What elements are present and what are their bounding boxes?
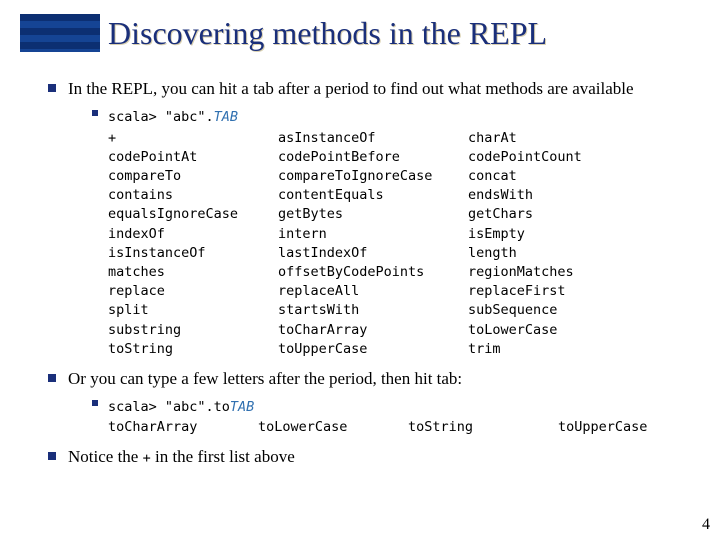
repl1-tab: TAB <box>214 109 238 125</box>
repl-block-2: scala> "abc".toTAB toCharArraytoLowerCas… <box>92 395 680 435</box>
page-number: 4 <box>702 516 710 534</box>
method-name: matches <box>108 263 278 281</box>
bullet-3-suffix: in the first list above <box>155 447 295 466</box>
method-name: codePointCount <box>468 148 618 166</box>
method-name: replaceFirst <box>468 282 618 300</box>
method-name: toLowerCase <box>468 321 618 339</box>
method-name: asInstanceOf <box>278 129 468 147</box>
bullet-3-code: + <box>143 450 151 466</box>
bullet-3-prefix: Notice the <box>68 447 143 466</box>
method-name: + <box>108 129 278 147</box>
method-name: startsWith <box>278 301 468 319</box>
method-name: toCharArray <box>108 419 258 436</box>
repl-block-1: scala> "abc".TAB +asInstanceOfcharAtcode… <box>92 105 680 358</box>
method-name: charAt <box>468 129 618 147</box>
method-name: toString <box>408 419 558 436</box>
method-name: getChars <box>468 205 618 223</box>
method-name: endsWith <box>468 186 618 204</box>
slide: Discovering methods in the REPL In the R… <box>0 0 720 540</box>
method-name: toLowerCase <box>258 419 408 436</box>
method-name: lastIndexOf <box>278 244 468 262</box>
repl2-tab: TAB <box>230 399 254 415</box>
method-name: split <box>108 301 278 319</box>
bullet-2-text: Or you can type a few letters after the … <box>68 369 462 388</box>
bullet-3: Notice the + in the first list above <box>48 446 680 467</box>
method-name: toUpperCase <box>278 340 468 358</box>
method-name: length <box>468 244 618 262</box>
method-name: getBytes <box>278 205 468 223</box>
method-name: codePointBefore <box>278 148 468 166</box>
method-name: codePointAt <box>108 148 278 166</box>
method-name: concat <box>468 167 618 185</box>
repl2-method-row: toCharArraytoLowerCasetoStringtoUpperCas… <box>108 419 680 436</box>
bullet-1: In the REPL, you can hit a tab after a p… <box>48 78 680 358</box>
method-name: toCharArray <box>278 321 468 339</box>
method-name: isEmpty <box>468 225 618 243</box>
method-name: toUpperCase <box>558 419 688 436</box>
method-name: isInstanceOf <box>108 244 278 262</box>
bullet-2: Or you can type a few letters after the … <box>48 368 680 435</box>
method-name: contains <box>108 186 278 204</box>
method-name: trim <box>468 340 618 358</box>
method-name: substring <box>108 321 278 339</box>
method-name: intern <box>278 225 468 243</box>
method-name: indexOf <box>108 225 278 243</box>
slide-body: In the REPL, you can hit a tab after a p… <box>0 52 720 467</box>
method-name: replaceAll <box>278 282 468 300</box>
method-name: replace <box>108 282 278 300</box>
method-name: subSequence <box>468 301 618 319</box>
repl1-prompt: scala> "abc". <box>108 109 214 125</box>
repl2-prompt: scala> "abc".to <box>108 399 230 415</box>
method-name: equalsIgnoreCase <box>108 205 278 223</box>
repl1-method-grid: +asInstanceOfcharAt codePointAtcodePointB… <box>108 129 680 359</box>
method-name: regionMatches <box>468 263 618 281</box>
bullet-list: In the REPL, you can hit a tab after a p… <box>48 78 680 467</box>
method-name: offsetByCodePoints <box>278 263 468 281</box>
method-name: toString <box>108 340 278 358</box>
method-name: contentEquals <box>278 186 468 204</box>
title-row: Discovering methods in the REPL <box>0 0 720 52</box>
method-name: compareToIgnoreCase <box>278 167 468 185</box>
title-accent-bar <box>20 14 100 52</box>
bullet-1-text: In the REPL, you can hit a tab after a p… <box>68 79 634 98</box>
method-name: compareTo <box>108 167 278 185</box>
slide-title: Discovering methods in the REPL <box>108 15 547 52</box>
